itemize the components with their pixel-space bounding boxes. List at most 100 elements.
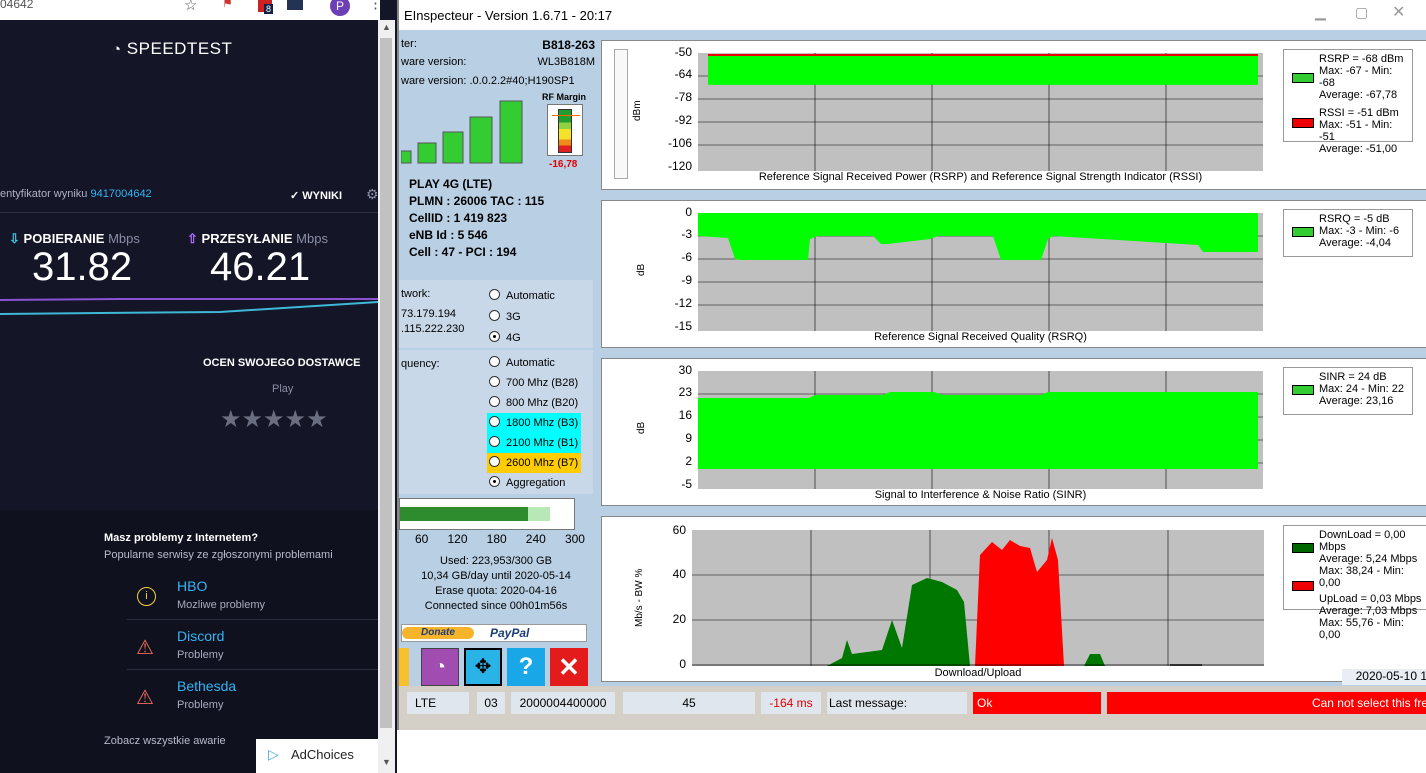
- close-icon[interactable]: ✕: [1392, 2, 1405, 22]
- issue-name[interactable]: HBO: [177, 578, 207, 594]
- info-icon: i: [137, 587, 156, 606]
- result-id-row: entyfikator wyniku 9417004642: [0, 188, 152, 200]
- problems-subtitle: Popularne serwisy ze zgłoszonymi problem…: [104, 549, 333, 561]
- upload-value: 46.21: [210, 245, 311, 289]
- paypal-logo: PayPal: [490, 626, 530, 640]
- adchoices-badge[interactable]: ▷ AdChoices: [256, 739, 378, 773]
- radio-automatic[interactable]: Automatic: [489, 286, 555, 307]
- window-title: EInspecteur - Version 1.6.71 - 20:17: [404, 8, 613, 23]
- settings-icon[interactable]: ⚙: [366, 186, 379, 203]
- radio-freq-automatic[interactable]: Automatic: [487, 353, 581, 373]
- einspecteur-window: EInspecteur - Version 1.6.71 - 20:17 ▁ ▢…: [397, 0, 1426, 730]
- page-scrollbar[interactable]: ▲ ▼: [378, 20, 395, 773]
- y-ticks: 60 40 20 0: [672, 523, 686, 671]
- help-button[interactable]: ?: [507, 648, 545, 686]
- radio-4g[interactable]: 4G: [489, 328, 555, 349]
- warning-icon: ⚠: [136, 637, 154, 659]
- download-upload-chart: Mb/s - BW % 60 40 20 0 Download/Upload D…: [601, 516, 1426, 685]
- close-icon: ✕: [558, 652, 580, 682]
- divider: [0, 212, 378, 213]
- rsrq-chart: dB 0 -3 -6 -9 -12 -15 Reference Signal R…: [601, 200, 1426, 348]
- usage-bar: [399, 498, 575, 530]
- radio-freq-800[interactable]: 800 Mhz (B20): [487, 393, 581, 413]
- y-ticks: 30 23 16 9 2 -5: [678, 363, 692, 491]
- scrollbar-thumb[interactable]: [380, 38, 392, 728]
- issue-status: Mozliwe problemy: [177, 599, 266, 611]
- y-ticks: 0 -3 -6 -9 -12 -15: [674, 205, 692, 333]
- profile-avatar[interactable]: P: [330, 0, 350, 16]
- hw-info: ware version: WL3B818M: [401, 56, 595, 68]
- menu-icon[interactable]: ⋮: [368, 0, 383, 12]
- rate-title: OCEN SWOJEGO DOSTAWCE: [203, 357, 361, 369]
- star-icon[interactable]: ★: [263, 406, 285, 433]
- rating-stars[interactable]: ★★★★★: [220, 405, 328, 434]
- scroll-down-icon[interactable]: ▼: [382, 757, 391, 767]
- usage-fill: [400, 507, 528, 521]
- issue-name[interactable]: Discord: [177, 628, 224, 644]
- device-info: ter: B818-263: [401, 38, 595, 52]
- throughput-legend: DownLoad = 0,00 Mbps Average: 5,24 Mbps Ma…: [1283, 525, 1426, 641]
- rf-margin-value: -16,78: [549, 159, 578, 170]
- info-panel: ter: B818-263 ware version: WL3B818M ware …: [399, 30, 599, 686]
- check-circle-icon: ✓: [290, 190, 300, 202]
- star-icon[interactable]: ★: [285, 406, 307, 433]
- settings-tool-button[interactable]: [399, 648, 409, 686]
- donate-button[interactable]: Donate PayPal: [401, 624, 587, 642]
- download-value: 31.82: [32, 245, 133, 289]
- star-icon[interactable]: ☆: [184, 0, 197, 14]
- status-code: 03: [477, 692, 505, 714]
- maximize-icon[interactable]: ▢: [1355, 4, 1368, 21]
- results-button[interactable]: ✓ WYNIKI: [290, 189, 342, 202]
- radio-3g[interactable]: 3G: [489, 307, 555, 328]
- card-extension-icon[interactable]: [287, 0, 303, 10]
- sw-info: ware version: .0.0.2.2#40;H190SP1: [401, 75, 575, 87]
- result-id-link[interactable]: 9417004642: [91, 188, 152, 200]
- signal-bars-icon: [401, 100, 523, 164]
- question-icon: ?: [518, 653, 534, 680]
- scroll-up-icon[interactable]: ▲: [382, 22, 391, 32]
- exit-button[interactable]: ✕: [550, 648, 588, 686]
- status-ok: Ok: [973, 692, 1101, 714]
- issue-row-discord[interactable]: ⚠ Discord Problemy: [127, 622, 378, 670]
- radio-freq-700[interactable]: 700 Mhz (B28): [487, 373, 581, 393]
- y-axis-label: dBm: [632, 100, 643, 121]
- pdf-extension-icon[interactable]: ⚑: [222, 0, 233, 10]
- network-mode-group: Automatic 3G 4G: [489, 286, 555, 349]
- gauge-icon: ◔: [112, 41, 122, 58]
- network-box: twork: 73.179.194 .115.222.230 Automatic…: [399, 280, 593, 348]
- status-mode: LTE: [407, 692, 469, 714]
- issue-name[interactable]: Bethesda: [177, 678, 236, 694]
- radio-freq-2600[interactable]: 2600 Mhz (B7): [487, 453, 581, 473]
- issue-status: Problemy: [177, 699, 224, 711]
- radio-freq-aggregation[interactable]: Aggregation: [487, 473, 581, 493]
- status-latency: -164 ms: [761, 692, 821, 714]
- fullscreen-button[interactable]: ✥: [464, 648, 502, 686]
- radio-freq-1800[interactable]: 1800 Mhz (B3): [487, 413, 581, 433]
- issue-row-hbo[interactable]: i HBO Mozliwe problemy: [127, 572, 378, 620]
- chart-title: Signal to Interference & Noise Ratio (SI…: [874, 489, 1087, 501]
- star-icon[interactable]: ★: [242, 406, 264, 433]
- address-bar[interactable]: 04642 ☆ ⚑ 8 P ⋮: [0, 0, 383, 20]
- rsrq-plot: [698, 213, 1263, 331]
- upload-arrow-icon: ⇧: [187, 231, 198, 246]
- speedometer-button[interactable]: ◔: [421, 648, 459, 686]
- radio-freq-2100[interactable]: 2100 Mhz (B1): [487, 433, 581, 453]
- issue-row-bethesda[interactable]: ⚠ Bethesda Problemy: [127, 672, 378, 720]
- see-all-link[interactable]: Zobacz wszystkie awarie: [104, 735, 226, 747]
- problems-title: Masz problemy z Internetem?: [104, 532, 259, 544]
- warning-icon: ⚠: [136, 687, 154, 709]
- minimize-icon[interactable]: ▁: [1315, 4, 1326, 21]
- usage-summary: Used: 223,953/300 GB 10,34 GB/day until …: [421, 555, 571, 612]
- speedtest-logo[interactable]: ◔ SPEEDTEST: [112, 39, 232, 59]
- rsrp-legend: RSRP = -68 dBm Max: -67 - Min: -68 Average…: [1283, 49, 1413, 155]
- chart-scrollbar[interactable]: [614, 49, 628, 179]
- date-label: 2020-05-10 1: [1342, 669, 1426, 685]
- adchoices-icon: ▷: [268, 746, 279, 762]
- star-icon[interactable]: ★: [306, 406, 328, 433]
- chart-title: Reference Signal Received Power (RSRP) a…: [758, 171, 1203, 183]
- sinr-chart: dB 30 23 16 9 2 -5 Signal to Interferenc…: [601, 358, 1426, 506]
- star-icon[interactable]: ★: [220, 406, 242, 433]
- rf-margin-label: RF Margin: [542, 92, 586, 102]
- chart-title: Reference Signal Received Quality (RSRQ): [874, 331, 1087, 343]
- y-axis-label: dB: [636, 421, 647, 434]
